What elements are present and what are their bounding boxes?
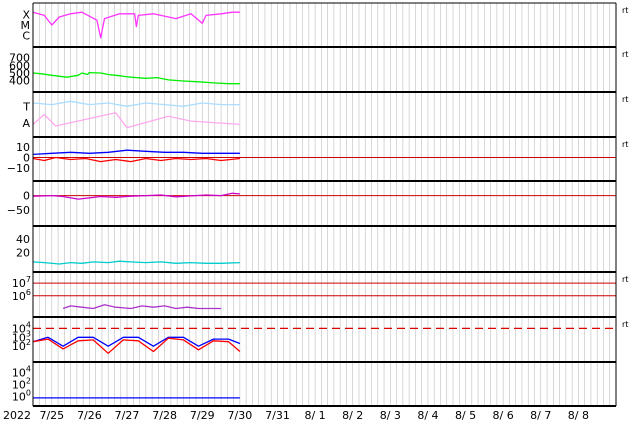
x-year-label: 2022 — [3, 409, 31, 422]
xray-label: C — [22, 30, 30, 43]
kp-ae-series-0 — [32, 260, 240, 265]
x-tick-label: 8/ 3 — [380, 409, 401, 422]
x-tick-label: 7/31 — [265, 409, 290, 422]
imf-bz-series-0 — [32, 149, 240, 156]
x-tick-label: 8/ 6 — [493, 409, 514, 422]
rt-marker: rt — [622, 320, 628, 329]
kp-ae-tick-label: 20 — [16, 246, 30, 259]
rt-marker: rt — [622, 6, 628, 15]
imf-direction-series-1 — [32, 112, 240, 129]
electron-flux-series-0 — [32, 336, 241, 347]
panel-frame — [32, 2, 617, 407]
dst-tick-label: 0 — [23, 190, 30, 203]
rt-marker: rt — [622, 275, 628, 284]
imf-bz-series-1 — [32, 156, 240, 163]
x-tick-label: 7/28 — [152, 409, 177, 422]
proton-flux-series-0 — [62, 304, 222, 310]
x-tick-label: 8/ 1 — [304, 409, 325, 422]
imf-direction-series-0 — [32, 100, 240, 107]
x-tick-label: 7/29 — [190, 409, 215, 422]
rt-marker: rt — [622, 50, 628, 59]
dst-series-0 — [32, 192, 240, 200]
kp-ae-tick-label: 40 — [16, 233, 30, 246]
x-tick-label: 7/27 — [115, 409, 140, 422]
imf-bz-tick-label: −10 — [7, 162, 30, 175]
rt-marker: rt — [622, 140, 628, 149]
x-tick-label: 8/ 5 — [455, 409, 476, 422]
imf-direction-label: T — [22, 100, 30, 113]
dst-tick-label: −50 — [7, 204, 30, 217]
grid-lines — [38, 3, 611, 406]
xray-series-0 — [32, 11, 240, 39]
solar-wind-speed-series-0 — [32, 71, 240, 85]
rt-marker: rt — [622, 95, 628, 104]
x-tick-label: 8/ 7 — [530, 409, 551, 422]
x-tick-label: 8/ 8 — [568, 409, 589, 422]
space-weather-chart: XMC400500600700TA100−100−502040106107102… — [3, 2, 628, 422]
x-tick-label: 8/ 4 — [417, 409, 438, 422]
reference-lines — [33, 156, 616, 329]
solar-wind-speed-tick-label: 700 — [9, 52, 30, 65]
imf-direction-label: A — [22, 117, 30, 130]
series-lines — [32, 11, 241, 399]
x-tick-label: 7/30 — [228, 409, 253, 422]
x-tick-label: 7/25 — [39, 409, 64, 422]
x-tick-label: 8/ 2 — [342, 409, 363, 422]
x-tick-label: 7/26 — [77, 409, 102, 422]
